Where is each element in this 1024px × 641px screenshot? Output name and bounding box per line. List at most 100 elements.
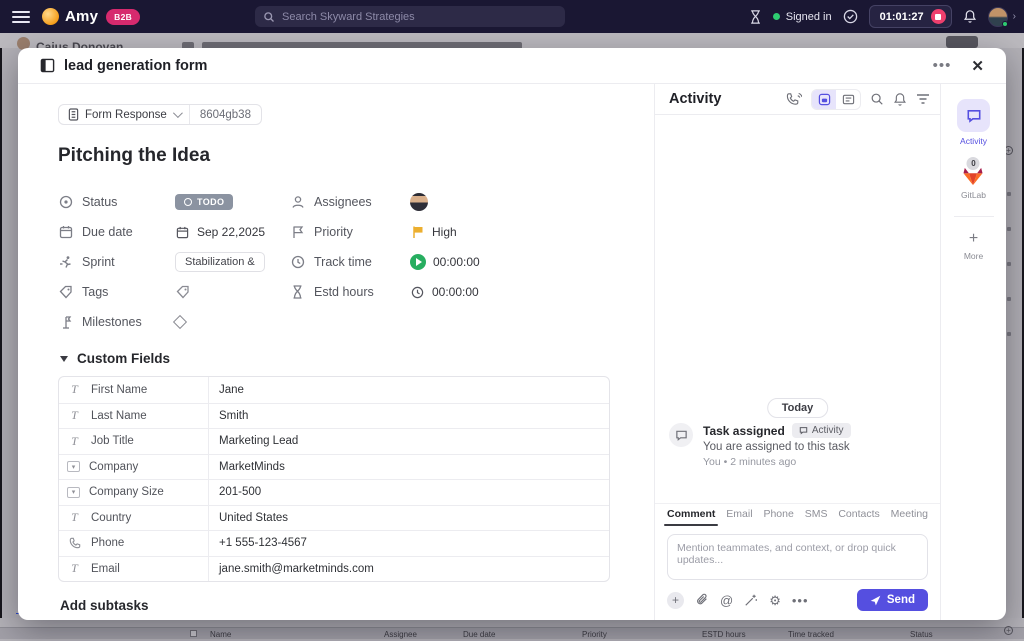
field-value[interactable]: MarketMinds (209, 455, 609, 480)
assignee-avatar[interactable] (410, 193, 428, 211)
gear-icon[interactable]: ⚙ (769, 594, 781, 607)
status-value-pill[interactable]: TODO (175, 194, 233, 210)
topbar-right: Signed in 01:01:27 › (749, 0, 1016, 33)
tab-phone[interactable]: Phone (763, 504, 793, 526)
tab-comment[interactable]: Comment (667, 504, 715, 526)
custom-fields-title: Custom Fields (77, 351, 170, 366)
call-icon[interactable] (786, 92, 802, 106)
global-search[interactable] (255, 6, 565, 27)
text-field-icon: T (67, 510, 82, 525)
add-milestone-icon[interactable] (173, 315, 187, 329)
mention-icon[interactable]: @ (720, 593, 733, 608)
event-meta: You • 2 minutes ago (703, 456, 851, 468)
app-logo[interactable] (42, 8, 59, 25)
dropdown-field-icon: ▾ (67, 487, 80, 498)
modal-header: lead generation form ••• ✕ (18, 48, 1006, 84)
rail-item-gitlab[interactable]: 0 GitLab (961, 146, 986, 200)
apps-rail: Activity 0 GitLab (941, 84, 1006, 620)
plus-icon: + (969, 231, 978, 247)
field-sprint: Sprint Stabilization & (58, 247, 290, 277)
search-icon (263, 11, 275, 23)
add-icon[interactable]: + (667, 592, 684, 609)
custom-fields-toggle[interactable]: Custom Fields (60, 351, 626, 366)
field-value[interactable]: United States (209, 506, 609, 531)
field-value[interactable]: jane.smith@marketminds.com (209, 557, 609, 582)
time-tracker[interactable]: 01:01:27 (869, 5, 952, 28)
activity-bubble-icon (957, 99, 990, 132)
field-value[interactable]: Marketing Lead (209, 429, 609, 454)
clock-icon (410, 285, 425, 300)
rail-divider (954, 216, 994, 217)
estd-hours-value[interactable]: 00:00:00 (410, 285, 479, 300)
text-field-icon: T (67, 561, 82, 576)
search-input[interactable] (282, 11, 557, 23)
activity-title: Activity (669, 91, 786, 107)
table-row: TLast Name Smith (59, 403, 609, 429)
event-title: Task assigned (703, 424, 785, 438)
table-row: TEmail jane.smith@marketminds.com (59, 556, 609, 582)
task-modal: lead generation form ••• ✕ Form Response (18, 48, 1006, 620)
backdrop-col-tracked: Time tracked (788, 630, 834, 639)
check-circle-icon[interactable] (843, 9, 858, 24)
send-button[interactable]: Send (857, 589, 928, 611)
field-priority: Priority High (290, 217, 480, 247)
field-status: Status TODO (58, 187, 290, 217)
table-row: ▾Company MarketMinds (59, 454, 609, 480)
stop-timer-button[interactable] (931, 9, 946, 24)
more-icon[interactable]: ••• (792, 594, 809, 607)
attachment-icon[interactable] (695, 593, 709, 607)
more-options-icon[interactable]: ••• (921, 57, 964, 74)
start-timer-button[interactable] (410, 254, 426, 270)
hourglass-icon[interactable] (749, 10, 762, 24)
tab-sms[interactable]: SMS (805, 504, 828, 526)
chevron-right-icon[interactable]: › (1013, 11, 1016, 22)
ai-wand-icon[interactable] (744, 593, 758, 607)
task-title[interactable]: Pitching the Idea (58, 145, 626, 167)
task-type-dropdown[interactable]: Form Response (59, 105, 189, 124)
sprint-value-chip[interactable]: Stabilization & (175, 252, 265, 272)
event-message: You are assigned to this task (703, 441, 850, 453)
task-id[interactable]: 8604gb38 (189, 105, 261, 124)
bell-icon[interactable] (893, 92, 907, 107)
chevron-down-icon (173, 108, 183, 118)
field-tags: Tags (58, 277, 290, 307)
tab-meeting[interactable]: Meeting (891, 504, 928, 526)
backdrop-button-block (946, 36, 978, 48)
tracked-time-value[interactable]: 00:00:00 (433, 255, 480, 269)
table-row: Phone +1 555-123-4567 (59, 530, 609, 556)
event-badge: Activity (792, 423, 851, 438)
field-value[interactable]: Jane (209, 377, 609, 403)
bell-icon[interactable] (963, 9, 977, 24)
field-value[interactable]: +1 555-123-4567 (209, 531, 609, 556)
field-value[interactable]: 201-500 (209, 480, 609, 505)
rail-item-activity[interactable]: Activity (957, 99, 990, 146)
user-avatar[interactable] (988, 7, 1008, 27)
menu-icon[interactable] (12, 11, 30, 23)
form-response-icon (68, 108, 79, 121)
comment-view-icon[interactable] (836, 90, 860, 109)
status-icon (58, 195, 73, 210)
field-value[interactable]: Smith (209, 404, 609, 429)
rail-item-more[interactable]: + More (964, 231, 983, 261)
tab-email[interactable]: Email (726, 504, 752, 526)
phone-field-icon (67, 536, 82, 551)
add-subtasks-title: Add subtasks (60, 598, 626, 613)
filter-icon[interactable] (916, 93, 930, 105)
due-date-value[interactable]: Sep 22,2025 (175, 225, 265, 240)
collapse-triangle-icon (60, 356, 68, 362)
priority-value[interactable]: High (410, 225, 457, 240)
tab-contacts[interactable]: Contacts (838, 504, 879, 526)
dropdown-field-icon: ▾ (67, 461, 80, 472)
card-view-icon[interactable] (812, 90, 836, 109)
activity-feed: Today Task assigned (655, 115, 940, 503)
person-icon (290, 195, 305, 210)
field-due-date: Due date Sep 22,2025 (58, 217, 290, 247)
milestone-icon (58, 315, 73, 330)
clock-icon (290, 255, 305, 270)
activity-header: Activity (655, 84, 940, 115)
close-icon[interactable]: ✕ (963, 57, 992, 75)
comment-input[interactable] (677, 542, 918, 572)
add-tag-icon[interactable] (175, 285, 190, 300)
search-icon[interactable] (870, 92, 884, 106)
backdrop-table-header: Name Assignee Due date Priority ESTD hou… (0, 627, 1024, 639)
